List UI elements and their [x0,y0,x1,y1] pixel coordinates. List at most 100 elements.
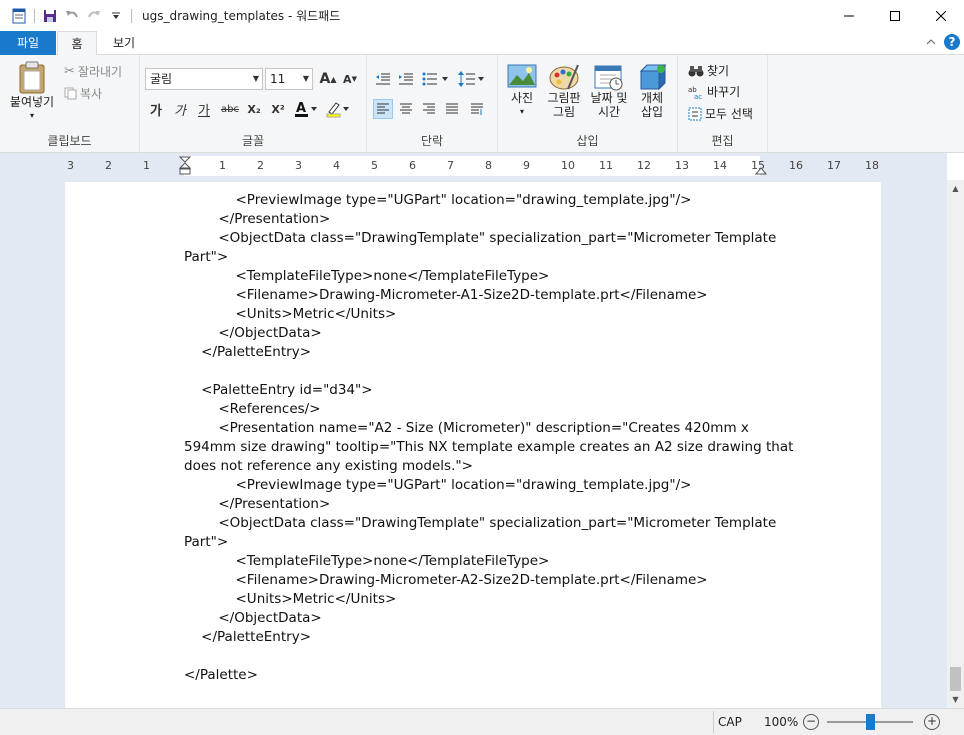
indent-marker-icon[interactable] [179,156,191,176]
ruler-label: 13 [675,159,689,172]
decrease-indent-icon [376,73,390,85]
paragraph-group: 단락 [367,55,498,153]
line-spacing-button[interactable] [457,69,487,89]
select-all-button[interactable]: 모두 선택 [688,105,753,122]
document-line: <Filename>Drawing-Micrometer-A1-Size2D-t… [184,287,708,303]
copy-button[interactable]: 복사 [64,85,102,102]
underline-button[interactable]: 가 [194,99,214,119]
divider [713,711,714,733]
chevron-down-icon: ▾ [29,111,34,120]
document-line: <TemplateFileType>none</TemplateFileType… [184,268,550,284]
insert-group: 사진 ▾ 그림판 그림 날짜 및 시간 개체 삽입 삽입 [498,55,678,153]
document-text[interactable]: <PreviewImage type="UGPart" location="dr… [184,191,793,685]
vertical-scrollbar[interactable]: ▲ ▼ [947,180,964,708]
clipboard-group-label: 클립보드 [47,134,92,148]
tab-home[interactable]: 홈 [57,31,97,56]
redo-icon[interactable] [83,5,105,27]
highlight-color-button[interactable] [324,99,352,119]
editing-group: 찾기 ab ac 바꾸기 모두 선택 편집 [678,55,768,153]
close-button[interactable] [918,0,964,31]
paste-button[interactable]: 붙여넣기 ▾ [6,61,58,123]
subscript-button[interactable]: X₂ [244,99,264,119]
undo-icon[interactable] [61,5,83,27]
zoom-slider-thumb[interactable] [866,714,875,730]
grow-font-button[interactable]: A ▲ [318,69,338,89]
paragraph-settings-button[interactable] [467,99,487,119]
shrink-font-button[interactable]: A ▼ [340,69,360,89]
chevron-down-icon: ▾ [519,107,524,116]
document-line: <PreviewImage type="UGPart" location="dr… [184,192,692,208]
replace-button[interactable]: ab ac 바꾸기 [688,83,740,100]
save-icon[interactable] [39,5,61,27]
document-line: <Filename>Drawing-Micrometer-A2-Size2D-t… [184,572,708,588]
paint-drawing-button[interactable]: 그림판 그림 [544,63,584,119]
font-group-label: 글꼴 [241,134,265,148]
document-line: </ObjectData> [184,325,322,341]
maximize-button[interactable] [872,0,918,31]
paint-label-2: 그림 [552,105,576,119]
font-color-button[interactable]: A [292,99,320,119]
replace-label: 바꾸기 [707,85,741,99]
ruler-label: 17 [827,159,841,172]
editing-group-label: 편집 [711,134,734,148]
ruler-label: 1 [219,159,226,172]
font-size-select[interactable]: 11 ▼ [265,68,313,90]
ruler-label: 3 [67,159,74,172]
binoculars-icon [688,65,704,76]
ruler-label: 9 [523,159,530,172]
ruler-label: 2 [257,159,264,172]
zoom-in-button[interactable]: + [924,714,940,730]
align-right-icon [423,103,435,114]
line-spacing-icon [458,71,484,87]
font-color-icon: A [295,101,317,117]
document-line: <Presentation name="A2 - Size (Micromete… [184,420,749,436]
palette-icon [549,64,579,90]
caps-lock-indicator: CAP [718,715,742,729]
tab-file[interactable]: 파일 [0,31,56,55]
window-controls [826,0,964,31]
font-family-select[interactable]: 굴림 ▼ [145,68,263,90]
find-button[interactable]: 찾기 [688,62,729,79]
align-left-button[interactable] [373,99,393,119]
ribbon-tabs: 파일 홈 보기 ? [0,31,964,56]
find-label: 찾기 [707,64,730,78]
align-center-button[interactable] [396,99,416,119]
align-right-button[interactable] [419,99,439,119]
customize-toolbar-icon[interactable] [105,5,127,27]
document-line: <PaletteEntry id="d34"> [184,382,373,398]
justify-button[interactable] [442,99,462,119]
strikethrough-button[interactable]: abc [218,99,242,119]
zoom-out-button[interactable]: − [803,714,819,730]
document-line: <ObjectData class="DrawingTemplate" spec… [184,230,777,246]
right-indent-marker-icon[interactable] [755,164,767,176]
date-time-button[interactable]: 날짜 및 시간 [586,63,632,119]
ruler-label: 10 [561,159,575,172]
increase-indent-button[interactable] [396,69,416,89]
picture-label: 사진 [510,91,534,105]
minimize-button[interactable] [826,0,872,31]
scroll-down-icon[interactable]: ▼ [947,691,964,708]
insert-picture-button[interactable]: 사진 ▾ [504,63,540,119]
italic-button[interactable]: 가 [170,99,190,119]
tab-view[interactable]: 보기 [104,31,144,55]
bold-button[interactable]: 가 [146,99,166,119]
document-page[interactable]: <PreviewImage type="UGPart" location="dr… [65,182,881,708]
scrollbar-thumb[interactable] [950,667,961,691]
window-title: ugs_drawing_templates - 워드패드 [142,9,341,23]
scroll-up-icon[interactable]: ▲ [947,180,964,197]
bullet-list-button[interactable] [421,69,451,89]
ruler-label: 18 [865,159,879,172]
help-icon[interactable]: ? [944,34,960,50]
insert-object-button[interactable]: 개체 삽입 [634,63,670,119]
scissors-icon: ✂ [64,64,75,79]
cut-button[interactable]: ✂ 잘라내기 [64,63,122,80]
superscript-button[interactable]: X² [268,99,288,119]
ruler-left-margin [65,156,184,176]
calendar-icon [594,65,623,91]
ruler-label: 7 [447,159,454,172]
collapse-ribbon-icon[interactable] [926,38,936,46]
decrease-indent-button[interactable] [373,69,393,89]
font-group: 굴림 ▼ 11 ▼ A ▲ A ▼ 가 가 가 abc X₂ X² A 글꼴 [140,55,367,153]
ruler[interactable]: 3 2 1 1 2 3 4 5 6 7 8 9 10 11 12 13 14 15 16 17 18 [65,156,881,176]
app-icon[interactable] [8,5,30,27]
